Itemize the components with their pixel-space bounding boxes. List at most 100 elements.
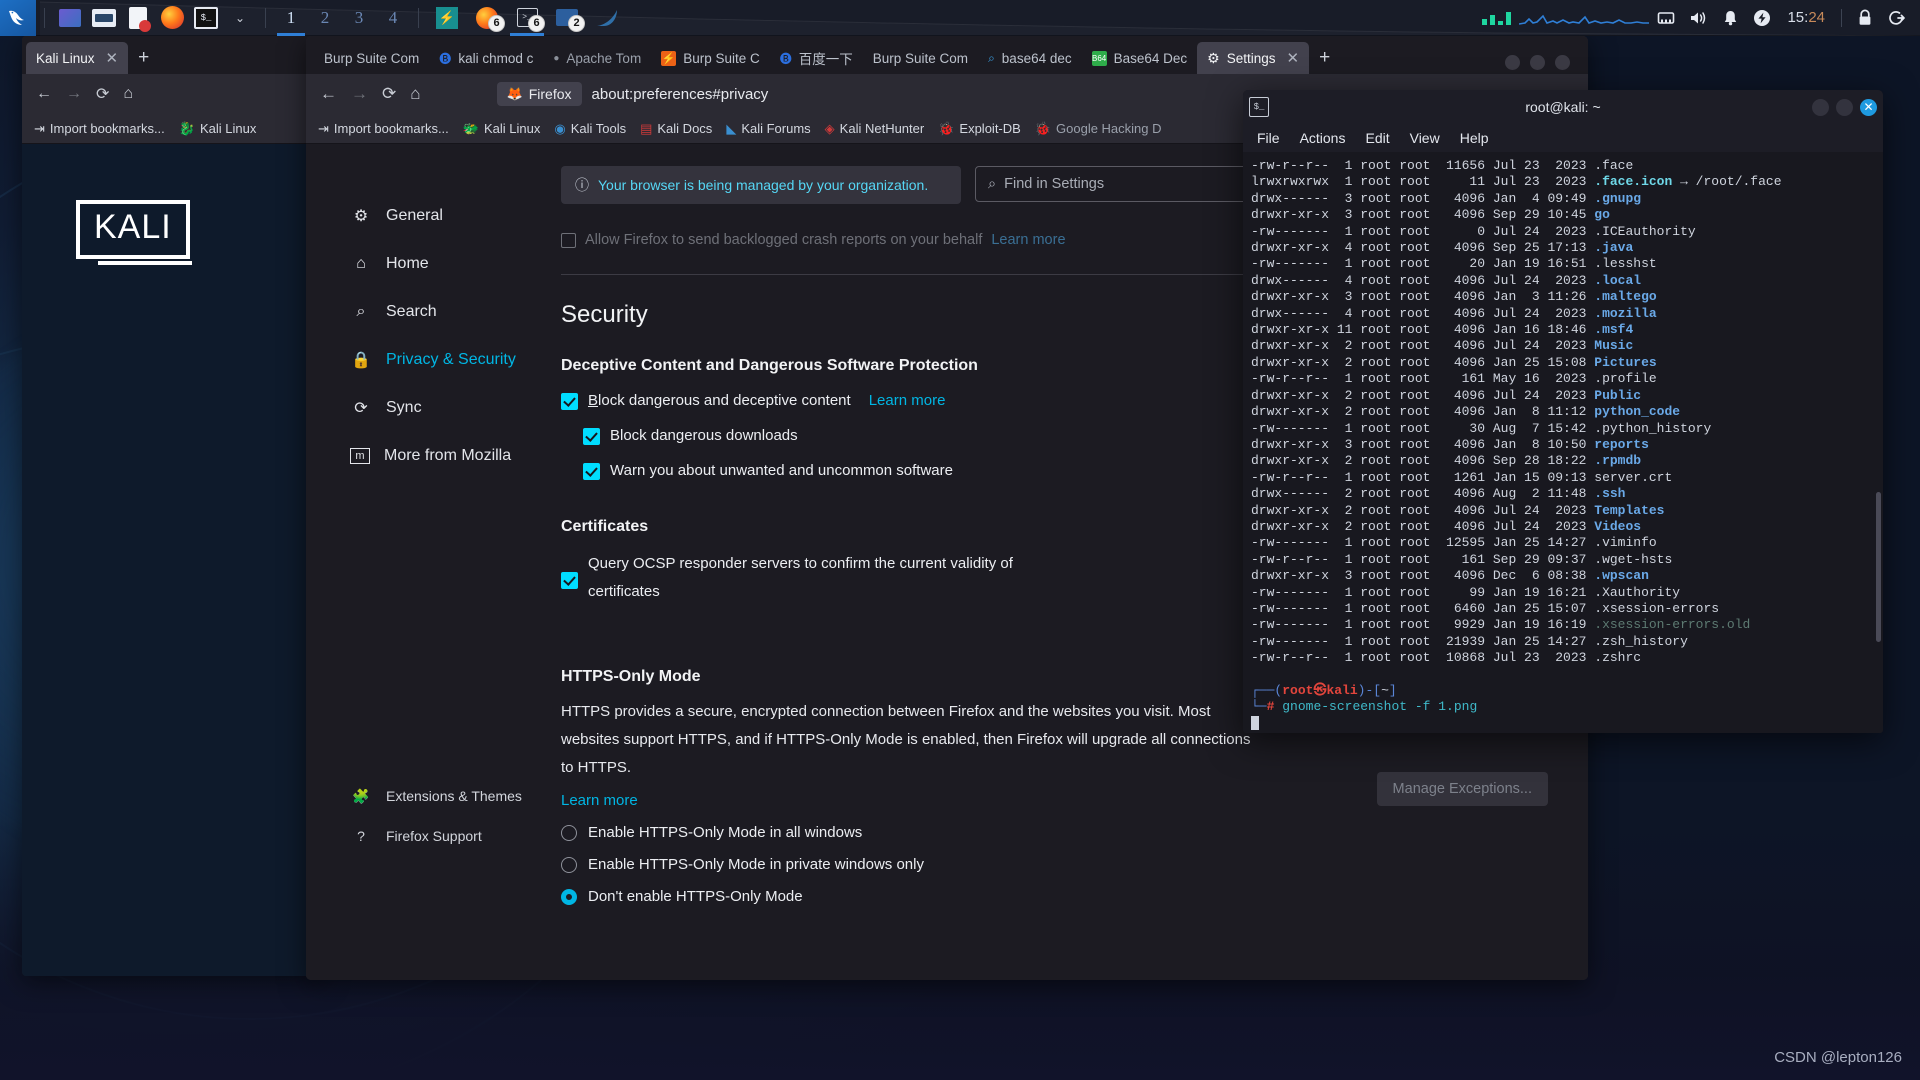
terminal-command-line[interactable]: └─# gnome-screenshot -f 1.png (1251, 699, 1883, 715)
workspace-4[interactable]: 4 (376, 0, 410, 36)
taskbar-burp-suite[interactable]: ⚡ (427, 0, 467, 36)
network-icon[interactable] (1651, 0, 1681, 36)
new-tab-button[interactable]: + (128, 42, 159, 74)
https-private-windows-row[interactable]: Enable HTTPS-Only Mode in private window… (561, 856, 1548, 873)
kali-menu-button[interactable] (0, 0, 36, 36)
sidebar-item-search[interactable]: ⌕ Search (306, 288, 561, 336)
bookmark-kali-docs[interactable]: ▤ Kali Docs (640, 121, 712, 137)
menu-file[interactable]: File (1257, 130, 1280, 146)
notifications-bell-icon[interactable] (1715, 0, 1745, 36)
terminal-scrollbar[interactable] (1876, 492, 1881, 642)
menu-edit[interactable]: Edit (1365, 130, 1389, 146)
forward-icon[interactable]: → (66, 85, 82, 103)
power-icon[interactable] (1747, 0, 1777, 36)
reload-icon[interactable]: ⟳ (382, 84, 396, 104)
tab-label: Apache Tom (566, 50, 642, 66)
menu-actions[interactable]: Actions (1300, 130, 1346, 146)
lock-icon[interactable] (1850, 0, 1880, 36)
url-text[interactable]: about:preferences#privacy (592, 86, 769, 103)
launcher-text-editor[interactable] (121, 0, 155, 36)
new-tab-button[interactable]: + (1309, 42, 1340, 74)
clock[interactable]: 15:24 (1779, 9, 1833, 26)
https-private-windows-radio[interactable] (561, 856, 577, 873)
taskbar-firefox[interactable]: 6 (467, 0, 507, 36)
taskbar-file-manager[interactable]: 2 (547, 0, 587, 36)
manage-exceptions-button[interactable]: Manage Exceptions... (1376, 772, 1548, 806)
tab-burp-suite-1[interactable]: Burp Suite Com (314, 42, 429, 74)
minimize-button[interactable] (1505, 55, 1520, 70)
https-disabled-radio[interactable] (561, 888, 577, 905)
wireshark-fin-icon (596, 9, 617, 26)
launcher-terminal-alt[interactable] (53, 0, 87, 36)
menu-help[interactable]: Help (1460, 130, 1489, 146)
sidebar-item-general[interactable]: ⚙ General (306, 192, 561, 240)
tab-burp-suite-3[interactable]: Burp Suite Com (863, 42, 978, 74)
tab-base64-search[interactable]: ⌕ base64 dec (978, 42, 1082, 74)
crash-reports-learn-more-link[interactable]: Learn more (991, 232, 1065, 248)
sidebar-item-extensions-themes[interactable]: 🧩 Extensions & Themes (306, 776, 561, 816)
bookmark-kali-tools[interactable]: ◉ Kali Tools (554, 121, 626, 137)
volume-icon[interactable] (1683, 0, 1713, 36)
workspace-3[interactable]: 3 (342, 0, 376, 36)
tab-kali-chmod[interactable]: 🅑 kali chmod c (429, 42, 543, 74)
https-only-learn-more-link[interactable]: Learn more (561, 792, 638, 809)
back-icon[interactable]: ← (320, 84, 337, 104)
background-firefox-window[interactable]: Kali Linux ✕ + ← → ⟳ ⌂ ⇥ Import bookmark… (22, 36, 322, 976)
tab-baidu[interactable]: 🅑 百度一下 (770, 42, 863, 74)
taskbar-terminal[interactable]: >_ 6 (507, 0, 547, 36)
terminal-output[interactable]: -rw-r--r-- 1 root root 11656 Jul 23 2023… (1243, 152, 1883, 733)
terminal-maximize-button[interactable] (1836, 98, 1853, 116)
sidebar-item-firefox-support[interactable]: ? Firefox Support (306, 816, 561, 856)
launcher-file-manager[interactable] (87, 0, 121, 36)
home-icon[interactable]: ⌂ (410, 84, 420, 104)
workspace-1[interactable]: 1 (274, 0, 308, 36)
background-tab[interactable]: Kali Linux ✕ (26, 42, 129, 74)
tab-base64-decode[interactable]: B64 Base64 Dec (1082, 42, 1198, 74)
https-all-windows-radio[interactable] (561, 824, 577, 841)
sidebar-item-sync[interactable]: ⟳ Sync (306, 384, 561, 432)
https-all-windows-row[interactable]: Enable HTTPS-Only Mode in all windows (561, 824, 1548, 841)
bookmark-import[interactable]: ⇥ Import bookmarks... (34, 121, 165, 137)
block-dangerous-downloads-checkbox[interactable] (583, 428, 600, 445)
sidebar-item-more-from-mozilla[interactable]: m More from Mozilla (306, 432, 561, 480)
bookmark-exploit-db[interactable]: 🐞 Exploit-DB (938, 121, 1021, 137)
ocsp-checkbox[interactable] (561, 572, 578, 589)
close-icon[interactable]: ✕ (106, 49, 119, 67)
close-icon[interactable]: ✕ (1287, 49, 1300, 67)
tab-settings[interactable]: ⚙ Settings ✕ (1197, 42, 1310, 74)
bookmark-import[interactable]: ⇥ Import bookmarks... (318, 121, 449, 137)
menu-view[interactable]: View (1410, 130, 1440, 146)
terminal-close-button[interactable]: ✕ (1860, 98, 1877, 116)
launcher-terminal[interactable]: $_ (189, 0, 223, 36)
bookmark-kali-linux[interactable]: 🐉 Kali Linux (179, 121, 257, 137)
logout-icon[interactable] (1882, 0, 1912, 36)
forward-icon[interactable]: → (351, 84, 368, 104)
sidebar-item-privacy-security[interactable]: 🔒 Privacy & Security (306, 336, 561, 384)
home-icon[interactable]: ⌂ (123, 85, 133, 103)
back-icon[interactable]: ← (36, 85, 52, 103)
bookmark-kali-nethunter[interactable]: ◈ Kali NetHunter (825, 121, 925, 137)
close-button[interactable] (1555, 55, 1570, 70)
warn-unwanted-software-checkbox[interactable] (583, 463, 600, 480)
tab-apache-tomcat[interactable]: ● Apache Tom (543, 42, 651, 74)
sidebar-item-home[interactable]: ⌂ Home (306, 240, 561, 288)
tab-burp-suite-2[interactable]: ⚡ Burp Suite C (651, 42, 770, 74)
terminal-window[interactable]: $_ root@kali: ~ ✕ File Actions Edit View… (1243, 90, 1883, 733)
lock-icon: 🔒 (351, 352, 371, 369)
taskbar-wireshark[interactable] (587, 0, 627, 36)
bookmark-kali-forums[interactable]: ◣ Kali Forums (726, 121, 810, 137)
launcher-firefox[interactable] (155, 0, 189, 36)
launcher-dropdown[interactable]: ⌄ (223, 0, 257, 36)
terminal-minimize-button[interactable] (1812, 98, 1829, 116)
bookmark-google-hacking-db[interactable]: 🐞 Google Hacking D (1035, 121, 1162, 137)
maximize-button[interactable] (1530, 55, 1545, 70)
block-dangerous-content-checkbox[interactable] (561, 393, 578, 410)
address-bar[interactable]: 🦊 Firefox about:preferences#privacy (496, 78, 1237, 110)
bookmark-kali-linux[interactable]: 🐲 Kali Linux (463, 121, 541, 137)
reload-icon[interactable]: ⟳ (96, 84, 109, 104)
workspace-2[interactable]: 2 (308, 0, 342, 36)
terminal-line: drwxr-xr-x 11 root root 4096 Jan 16 18:4… (1251, 322, 1634, 338)
https-disabled-row[interactable]: Don't enable HTTPS-Only Mode (561, 888, 1548, 905)
crash-reports-checkbox[interactable] (561, 232, 576, 248)
block-dangerous-content-learn-more-link[interactable]: Learn more (869, 392, 946, 409)
